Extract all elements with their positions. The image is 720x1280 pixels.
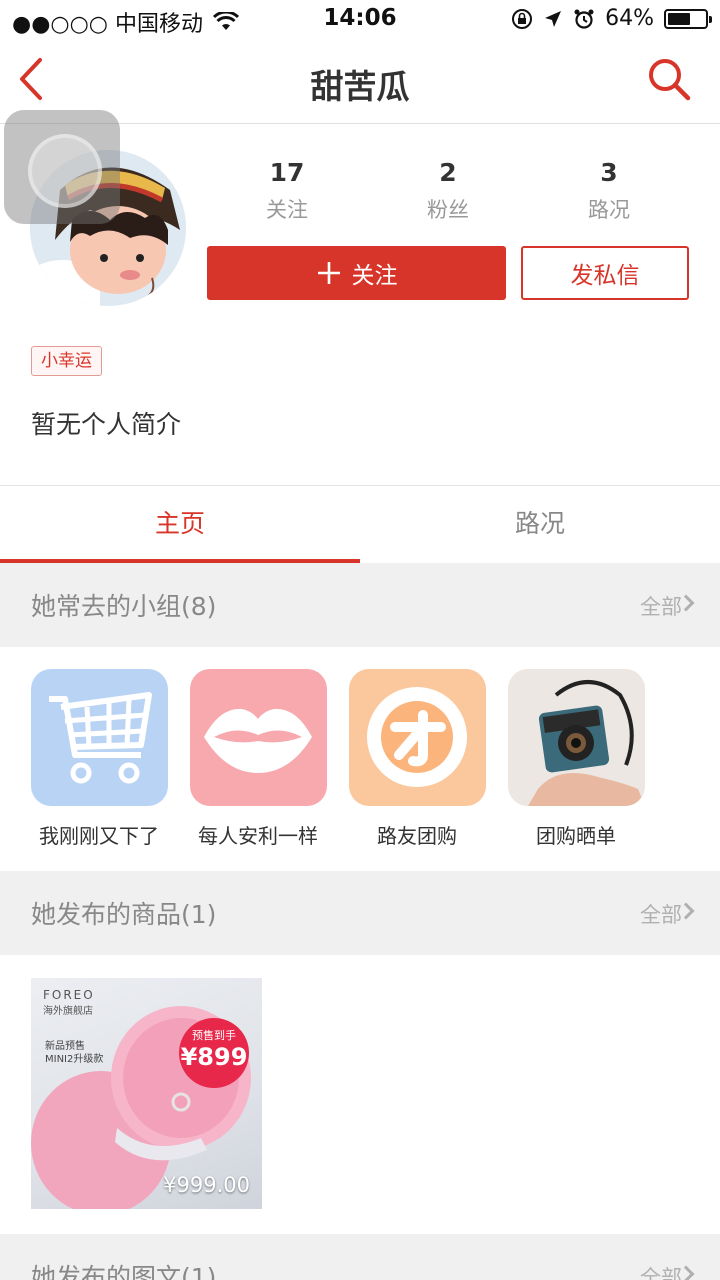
group-name: 每人安利一样 (198, 824, 318, 848)
group-item[interactable]: 团购晒单 (496, 669, 656, 849)
user-bio: 暂无个人简介 (31, 410, 182, 439)
battery-percent: 64% (605, 6, 654, 31)
alarm-icon (574, 9, 594, 29)
stat-posts-label: 路况 (588, 198, 630, 222)
products-section-header[interactable]: 她发布的商品(1) 全部 (0, 871, 720, 955)
search-icon[interactable] (646, 56, 692, 102)
groups-section-header[interactable]: 她常去的小组(8) 全部 (0, 563, 720, 647)
follow-button[interactable]: 关注 (207, 246, 506, 300)
user-tag-badge: 小幸运 (31, 346, 102, 376)
send-message-label: 发私信 (570, 263, 640, 289)
stat-posts-count: 3 (600, 158, 618, 187)
page-title: 甜苦瓜 (310, 67, 410, 106)
plus-icon (317, 262, 340, 284)
lips-icon (189, 669, 327, 806)
promo-badge: 预售到手 ¥899 (179, 1018, 249, 1088)
groups-list: 我刚刚又下了 每人安利一样 路友团购 团购晒单 (0, 647, 720, 871)
stat-followers-count: 2 (439, 158, 457, 187)
tab-home[interactable]: 主页 (0, 486, 360, 562)
products-list: FOREO 海外旗舰店 新品预售 MINI2升级款 预售到手 ¥899 ¥999… (0, 955, 720, 1235)
presale-label-line2: MINI2升级款 (45, 1054, 104, 1065)
product-card[interactable]: FOREO 海外旗舰店 新品预售 MINI2升级款 预售到手 ¥899 ¥999… (31, 978, 262, 1209)
brand-logo: FOREO (43, 988, 95, 1002)
groups-section-title: 她常去的小组(8) (31, 592, 217, 621)
group-name: 路友团购 (377, 824, 457, 848)
tuan-logo-icon (348, 669, 486, 806)
rotation-lock-icon (512, 8, 533, 29)
shopping-cart-icon (30, 669, 168, 806)
presale-label-line1: 新品预售 (45, 1041, 85, 1052)
camera-photo-icon (507, 669, 645, 806)
articles-section-header[interactable]: 她发布的图文(1) 全部 (0, 1234, 720, 1280)
stat-following-label: 关注 (266, 198, 308, 222)
store-label: 海外旗舰店 (43, 1006, 93, 1017)
promo-badge-text: 预售到手 (192, 1029, 236, 1042)
group-name: 我刚刚又下了 (39, 824, 159, 848)
stat-following[interactable]: 17 关注 (217, 156, 357, 230)
group-name: 团购晒单 (536, 824, 616, 848)
stat-posts[interactable]: 3 路况 (539, 156, 679, 230)
status-right: 64% (511, 6, 712, 31)
battery-icon (664, 8, 712, 29)
product-price: ¥999.00 (163, 1173, 250, 1197)
groups-see-all-link[interactable]: 全部 (640, 591, 682, 621)
presale-label: 新品预售 MINI2升级款 (45, 1040, 103, 1066)
stat-followers-label: 粉丝 (427, 198, 469, 222)
profile-tabs: 主页 路况 (0, 485, 720, 563)
stat-following-count: 17 (269, 158, 305, 187)
send-message-button[interactable]: 发私信 (521, 246, 689, 300)
location-arrow-icon (545, 10, 562, 27)
stat-followers[interactable]: 2 粉丝 (378, 156, 518, 230)
group-item[interactable]: 路友团购 (337, 669, 497, 849)
follow-button-label: 关注 (351, 263, 398, 289)
status-bar: ●●○○○ 中国移动 14:06 64% (0, 0, 720, 40)
products-section-title: 她发布的商品(1) (31, 900, 217, 929)
products-see-all-link[interactable]: 全部 (640, 899, 682, 929)
articles-section-title: 她发布的图文(1) (31, 1263, 217, 1280)
tab-road-status[interactable]: 路况 (360, 486, 720, 562)
assistive-touch-button[interactable] (4, 110, 120, 224)
articles-see-all-link[interactable]: 全部 (640, 1262, 682, 1280)
promo-badge-price: ¥899 (180, 1043, 248, 1071)
group-item[interactable]: 我刚刚又下了 (19, 669, 179, 849)
group-item[interactable]: 每人安利一样 (178, 669, 338, 849)
